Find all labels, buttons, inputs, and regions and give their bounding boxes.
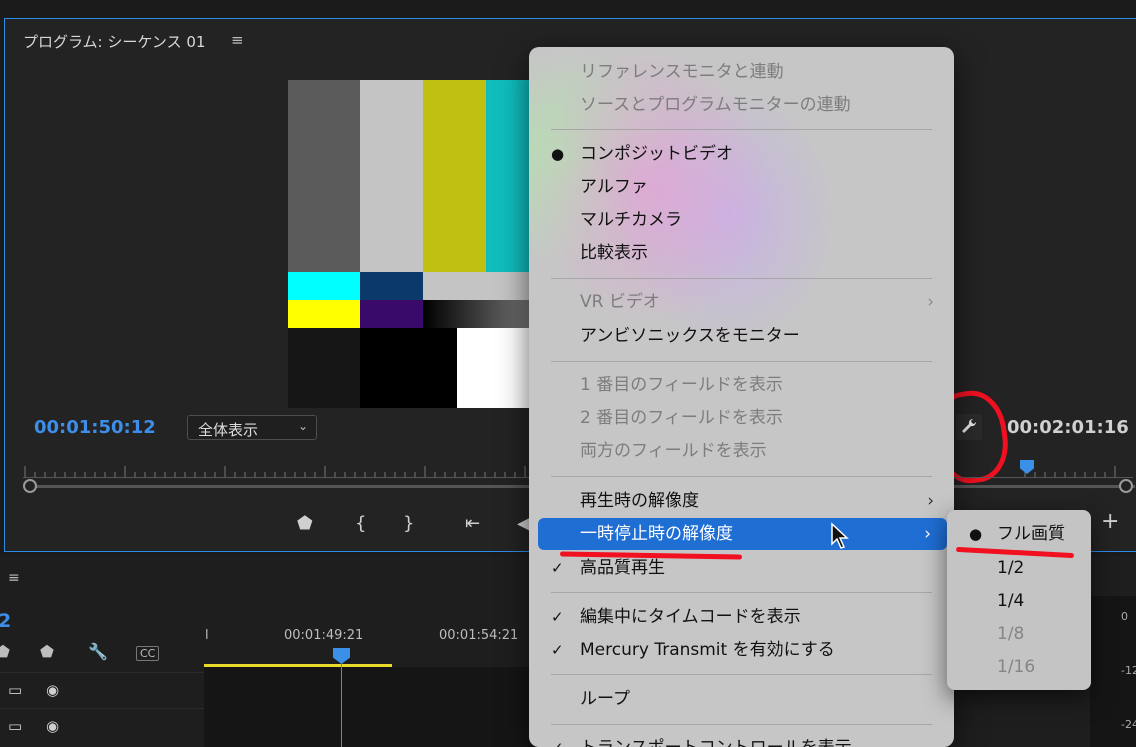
submenu-item-quarter[interactable]: 1/4 — [947, 586, 1091, 616]
timeline-track-area[interactable] — [204, 667, 534, 747]
bar-purple — [360, 300, 423, 328]
go-to-in-icon[interactable]: ⇤ — [465, 513, 480, 534]
current-timecode[interactable]: 00:01:50:12 — [34, 417, 156, 438]
zoom-fit-select[interactable]: 全体表示 ⌄ — [187, 415, 317, 440]
timeline-time-start: l — [205, 628, 209, 643]
bar-bright-cyan — [288, 272, 360, 300]
work-area-bar[interactable] — [204, 664, 392, 667]
meter-label-24: -24 — [1121, 718, 1136, 731]
menu-item-link-source-program[interactable]: ソースとプログラムモニターの連動 — [529, 90, 954, 120]
menu-item-alpha[interactable]: アルファ — [529, 172, 954, 202]
meter-label-0: 0 — [1121, 610, 1128, 623]
menu-item-reference-monitor[interactable]: リファレンスモニタと連動 — [529, 57, 954, 87]
timeline-time-label-2: 00:01:54:21 — [439, 628, 519, 643]
add-button-icon[interactable]: + — [1101, 509, 1119, 534]
bar-navy — [360, 272, 423, 300]
menu-item-vr-video[interactable]: VR ビデオ › — [529, 287, 954, 317]
scroll-end-handle[interactable] — [1119, 479, 1133, 493]
meter-label-12: -12 — [1121, 664, 1136, 677]
paused-resolution-submenu: ● フル画質 1/2 1/4 1/8 1/16 — [947, 510, 1091, 690]
menu-item-transport-controls[interactable]: ✓トランスポートコントロールを表示 — [529, 733, 954, 747]
timeline-playhead-line — [341, 656, 342, 747]
menu-separator — [551, 674, 932, 675]
mouse-pointer-icon — [831, 522, 849, 549]
bar-black — [360, 328, 457, 408]
color-bars-preview — [288, 80, 548, 408]
menu-separator — [551, 129, 932, 130]
menu-separator — [551, 724, 932, 725]
bullet-icon: ● — [551, 145, 565, 163]
menu-item-ambisonics[interactable]: アンビソニックスをモニター — [529, 321, 954, 351]
chevron-down-icon: ⌄ — [297, 419, 308, 433]
bar-bright-yellow — [288, 300, 360, 328]
submenu-item-sixteenth[interactable]: 1/16 — [947, 652, 1091, 682]
check-icon: ✓ — [551, 733, 564, 747]
menu-item-both-fields[interactable]: 両方のフィールドを表示 — [529, 436, 954, 466]
marker-icon[interactable]: ⬟ — [40, 642, 54, 661]
bar-light-gray — [360, 80, 423, 272]
submenu-item-full[interactable]: ● フル画質 — [947, 519, 1091, 549]
menu-item-show-timecode[interactable]: ✓ 編集中にタイムコードを表示 — [529, 602, 954, 632]
menu-item-loop[interactable]: ループ — [529, 684, 954, 714]
timeline-time-label-1: 00:01:49:21 — [284, 628, 364, 643]
menu-item-paused-resolution[interactable]: 一時停止時の解像度 › — [538, 518, 947, 550]
panel-menu-icon[interactable]: ≡ — [231, 31, 244, 49]
timeline-menu-icon[interactable]: ≡ — [8, 570, 20, 586]
bar-yellow — [423, 80, 486, 272]
check-icon: ✓ — [551, 559, 564, 577]
panel-title: プログラム: シーケンス 01 — [23, 33, 206, 51]
track-row-v2: ▭ ◉ — [0, 672, 204, 708]
film-icon[interactable]: ▭ — [8, 681, 22, 699]
eye-icon[interactable]: ◉ — [46, 717, 59, 735]
menu-item-mercury-transmit[interactable]: ✓ Mercury Transmit を有効にする — [529, 635, 954, 665]
mark-in-icon[interactable]: { — [355, 513, 366, 534]
wrench-icon[interactable]: 🔧 — [88, 642, 108, 661]
chevron-right-icon: › — [927, 491, 934, 511]
film-icon[interactable]: ▭ — [8, 717, 22, 735]
chevron-right-icon: › — [927, 292, 934, 312]
check-icon: ✓ — [551, 641, 564, 659]
menu-separator — [551, 361, 932, 362]
menu-separator — [551, 278, 932, 279]
captions-icon[interactable]: CC — [136, 646, 160, 661]
scroll-start-handle[interactable] — [23, 479, 37, 493]
menu-item-multicam[interactable]: マルチカメラ — [529, 205, 954, 235]
chevron-right-icon: › — [924, 524, 931, 544]
bar-dark — [288, 328, 360, 408]
timeline-sequence-number: 2 — [0, 610, 12, 632]
menu-separator — [551, 592, 932, 593]
snap-icon[interactable]: ⬟ — [0, 642, 10, 661]
bullet-icon: ● — [969, 525, 983, 543]
monitor-settings-menu: リファレンスモニタと連動 ソースとプログラムモニターの連動 ● コンポジットビデオ… — [529, 47, 954, 747]
zoom-fit-value: 全体表示 — [198, 421, 259, 439]
duration-timecode: 00:02:01:16 — [1007, 417, 1129, 438]
menu-item-composite-video[interactable]: ● コンポジットビデオ — [529, 139, 954, 169]
check-icon: ✓ — [551, 608, 564, 626]
menu-item-first-field[interactable]: 1 番目のフィールドを表示 — [529, 370, 954, 400]
add-marker-icon[interactable]: ⬟ — [297, 513, 313, 534]
mark-out-icon[interactable]: } — [403, 513, 414, 534]
submenu-item-eighth[interactable]: 1/8 — [947, 619, 1091, 649]
bar-gray — [288, 80, 360, 272]
track-row-v1: ▭ ◉ — [0, 708, 204, 744]
menu-item-playback-resolution[interactable]: 再生時の解像度 › — [529, 486, 954, 516]
eye-icon[interactable]: ◉ — [46, 681, 59, 699]
menu-item-second-field[interactable]: 2 番目のフィールドを表示 — [529, 403, 954, 433]
menu-separator — [551, 476, 932, 477]
menu-item-comparison[interactable]: 比較表示 — [529, 238, 954, 268]
